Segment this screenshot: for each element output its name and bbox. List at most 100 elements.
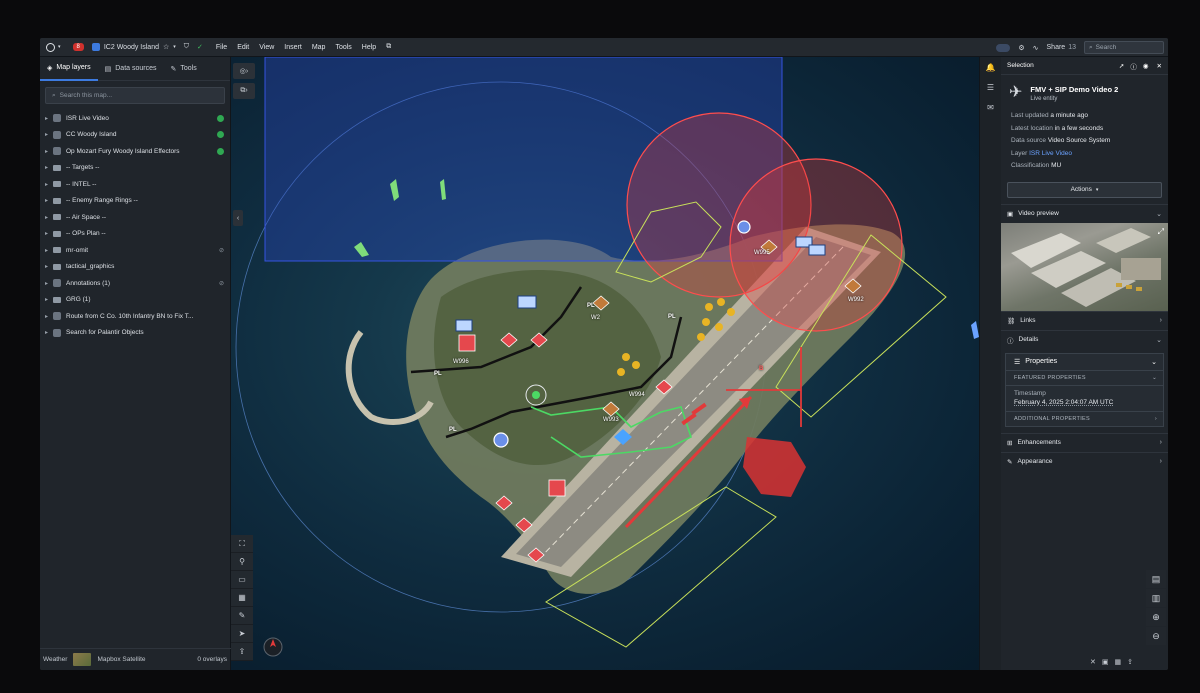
tab-map-layers[interactable]: ◈ Map layers: [40, 57, 98, 81]
camera-tool-icon[interactable]: ▦: [1115, 658, 1122, 670]
expand-caret-icon[interactable]: ▸: [45, 197, 53, 204]
app-logo-icon[interactable]: ▾: [40, 38, 65, 57]
menu-insert[interactable]: Insert: [284, 44, 302, 51]
share-tool-icon[interactable]: ⇪: [1127, 658, 1133, 670]
layer-item[interactable]: ▸ -- INTEL --: [40, 176, 230, 193]
sensor-marker-icon[interactable]: [517, 295, 537, 309]
legend-icon[interactable]: ▤: [1146, 570, 1166, 588]
fit-view-icon[interactable]: ⛶: [231, 535, 253, 553]
layer-item[interactable]: ▸ CC Woody Island: [40, 127, 230, 144]
layer-item[interactable]: ▸ -- Targets --: [40, 160, 230, 177]
expand-caret-icon[interactable]: ▸: [45, 280, 53, 287]
settings-icon[interactable]: ⚙: [1018, 44, 1024, 52]
layer-item[interactable]: ▸ Op Mozart Fury Woody Island Effectors: [40, 143, 230, 160]
expand-caret-icon[interactable]: ▸: [45, 329, 53, 336]
list-icon[interactable]: ☰: [980, 77, 1001, 97]
expand-caret-icon[interactable]: ▸: [45, 296, 53, 303]
video-preview-thumbnail[interactable]: ⤢: [1001, 222, 1168, 311]
overlays-count[interactable]: 0 overlays: [197, 656, 227, 663]
details-section[interactable]: ⓘ Details ⌄: [1001, 329, 1168, 349]
close-icon[interactable]: ✕: [1157, 62, 1162, 70]
layer-search-input[interactable]: ⌕ Search this map...: [45, 87, 225, 104]
menu-help[interactable]: Help: [362, 44, 376, 51]
zoom-in-icon[interactable]: ⊕: [1146, 608, 1166, 626]
envelope-marker-icon-2[interactable]: [808, 244, 826, 256]
navigate-icon[interactable]: ➚: [1119, 62, 1124, 70]
map-title-area[interactable]: IC2 Woody Island ☆ ▾: [88, 38, 180, 57]
enhancements-section[interactable]: ⊞ Enhancements ›: [1001, 432, 1168, 452]
pin-icon[interactable]: ⚲: [231, 553, 253, 571]
pencil-icon[interactable]: ✎: [231, 607, 253, 625]
chevron-down-icon[interactable]: ▾: [173, 44, 176, 50]
links-section[interactable]: ⛓ Links ›: [1001, 310, 1168, 330]
additional-properties-header[interactable]: ADDITIONAL PROPERTIES ›: [1006, 410, 1163, 426]
layer-link[interactable]: ISR Live Video: [1029, 150, 1072, 157]
weather-toggle[interactable]: Weather: [43, 656, 67, 663]
layer-item[interactable]: ▸ -- Enemy Range Rings --: [40, 193, 230, 210]
layers-stack-icon[interactable]: ▥: [1146, 589, 1166, 607]
tab-tools[interactable]: ✎ Tools: [164, 57, 204, 81]
bell-icon[interactable]: 🔔: [980, 57, 1001, 77]
menu-view[interactable]: View: [259, 44, 274, 51]
menu-tools[interactable]: Tools: [335, 44, 351, 51]
layer-item[interactable]: ▸ Annotations (1) ⊘: [40, 275, 230, 292]
layer-item[interactable]: ▸ -- OPs Plan --: [40, 226, 230, 243]
star-icon[interactable]: ☆: [163, 43, 169, 51]
expand-caret-icon[interactable]: ▸: [45, 181, 53, 188]
zoom-out-icon[interactable]: ⊖: [1146, 627, 1166, 645]
global-search-input[interactable]: ⌕ Search: [1084, 41, 1164, 54]
layer-item[interactable]: ▸ mr-omit ⊘: [40, 242, 230, 259]
close-tool-icon[interactable]: ✕: [1090, 658, 1096, 670]
menu-map[interactable]: Map: [312, 44, 326, 51]
expand-caret-icon[interactable]: ▸: [45, 148, 53, 155]
share-button[interactable]: Share: [1047, 44, 1066, 51]
frame-icon[interactable]: ▭: [231, 571, 253, 589]
expand-icon[interactable]: ⤢: [1158, 227, 1164, 237]
basemap-thumbnail[interactable]: [73, 653, 92, 666]
copy-icon[interactable]: ⧉: [386, 43, 391, 51]
image-tool-icon[interactable]: ▣: [1102, 658, 1109, 670]
send-icon[interactable]: ➤: [231, 625, 253, 643]
map-canvas[interactable]: PL PL PL PL W995 W992 W994 W993 W996 W2 …: [231, 57, 1001, 670]
notifications-button[interactable]: 8: [65, 38, 88, 57]
actions-button[interactable]: Actions ▾: [1007, 181, 1162, 198]
expand-caret-icon[interactable]: ▸: [45, 263, 53, 270]
layer-item[interactable]: ▸ ISR Live Video: [40, 110, 230, 127]
expand-caret-icon[interactable]: ▸: [45, 313, 53, 320]
mode-toggle[interactable]: [996, 43, 1011, 52]
expand-caret-icon[interactable]: ▸: [45, 131, 53, 138]
hidden-eye-icon[interactable]: ⊘: [219, 247, 224, 254]
menu-file[interactable]: File: [216, 44, 227, 51]
friendly-unit-marker-2[interactable]: [493, 432, 509, 448]
info-icon[interactable]: ⓘ: [1130, 61, 1137, 71]
activity-icon[interactable]: ∿: [1033, 44, 1039, 52]
video-preview-section[interactable]: ▣ Video preview ⌄: [1001, 203, 1168, 223]
expand-caret-icon[interactable]: ▸: [45, 115, 53, 122]
tab-data-sources[interactable]: ▤ Data sources: [98, 57, 164, 81]
collapse-panel-button[interactable]: ‹: [233, 210, 243, 226]
layer-tool-button[interactable]: ⧉›: [233, 83, 255, 99]
layer-item[interactable]: ▸ GRG (1): [40, 292, 230, 309]
sensor-marker-icon-2[interactable]: [455, 319, 473, 332]
appearance-section[interactable]: ✎ Appearance ›: [1001, 451, 1168, 471]
expand-caret-icon[interactable]: ▸: [45, 247, 53, 254]
chat-icon[interactable]: ✉: [980, 97, 1001, 117]
ship-marker-4[interactable]: [971, 321, 979, 339]
shield-icon[interactable]: ⛉: [180, 38, 193, 57]
menu-edit[interactable]: Edit: [237, 44, 249, 51]
basemap-name[interactable]: Mapbox Satellite: [97, 656, 145, 663]
expand-caret-icon[interactable]: ▸: [45, 164, 53, 171]
eye-icon[interactable]: ◉: [1143, 62, 1149, 70]
hidden-eye-icon[interactable]: ⊘: [219, 280, 224, 287]
upload-icon[interactable]: ⇪: [231, 643, 253, 661]
friendly-unit-marker[interactable]: [737, 220, 751, 234]
globe-tool-button[interactable]: ◎›: [233, 63, 255, 79]
expand-caret-icon[interactable]: ▸: [45, 214, 53, 221]
featured-properties-header[interactable]: FEATURED PROPERTIES ⌄: [1006, 371, 1163, 386]
layer-item[interactable]: ▸ Search for Palantir Objects: [40, 325, 230, 342]
layer-item[interactable]: ▸ tactical_graphics: [40, 259, 230, 276]
properties-header[interactable]: ☰ Properties ⌄: [1006, 354, 1163, 371]
expand-caret-icon[interactable]: ▸: [45, 230, 53, 237]
grid-icon[interactable]: ▦: [231, 589, 253, 607]
layer-item[interactable]: ▸ -- Air Space --: [40, 209, 230, 226]
